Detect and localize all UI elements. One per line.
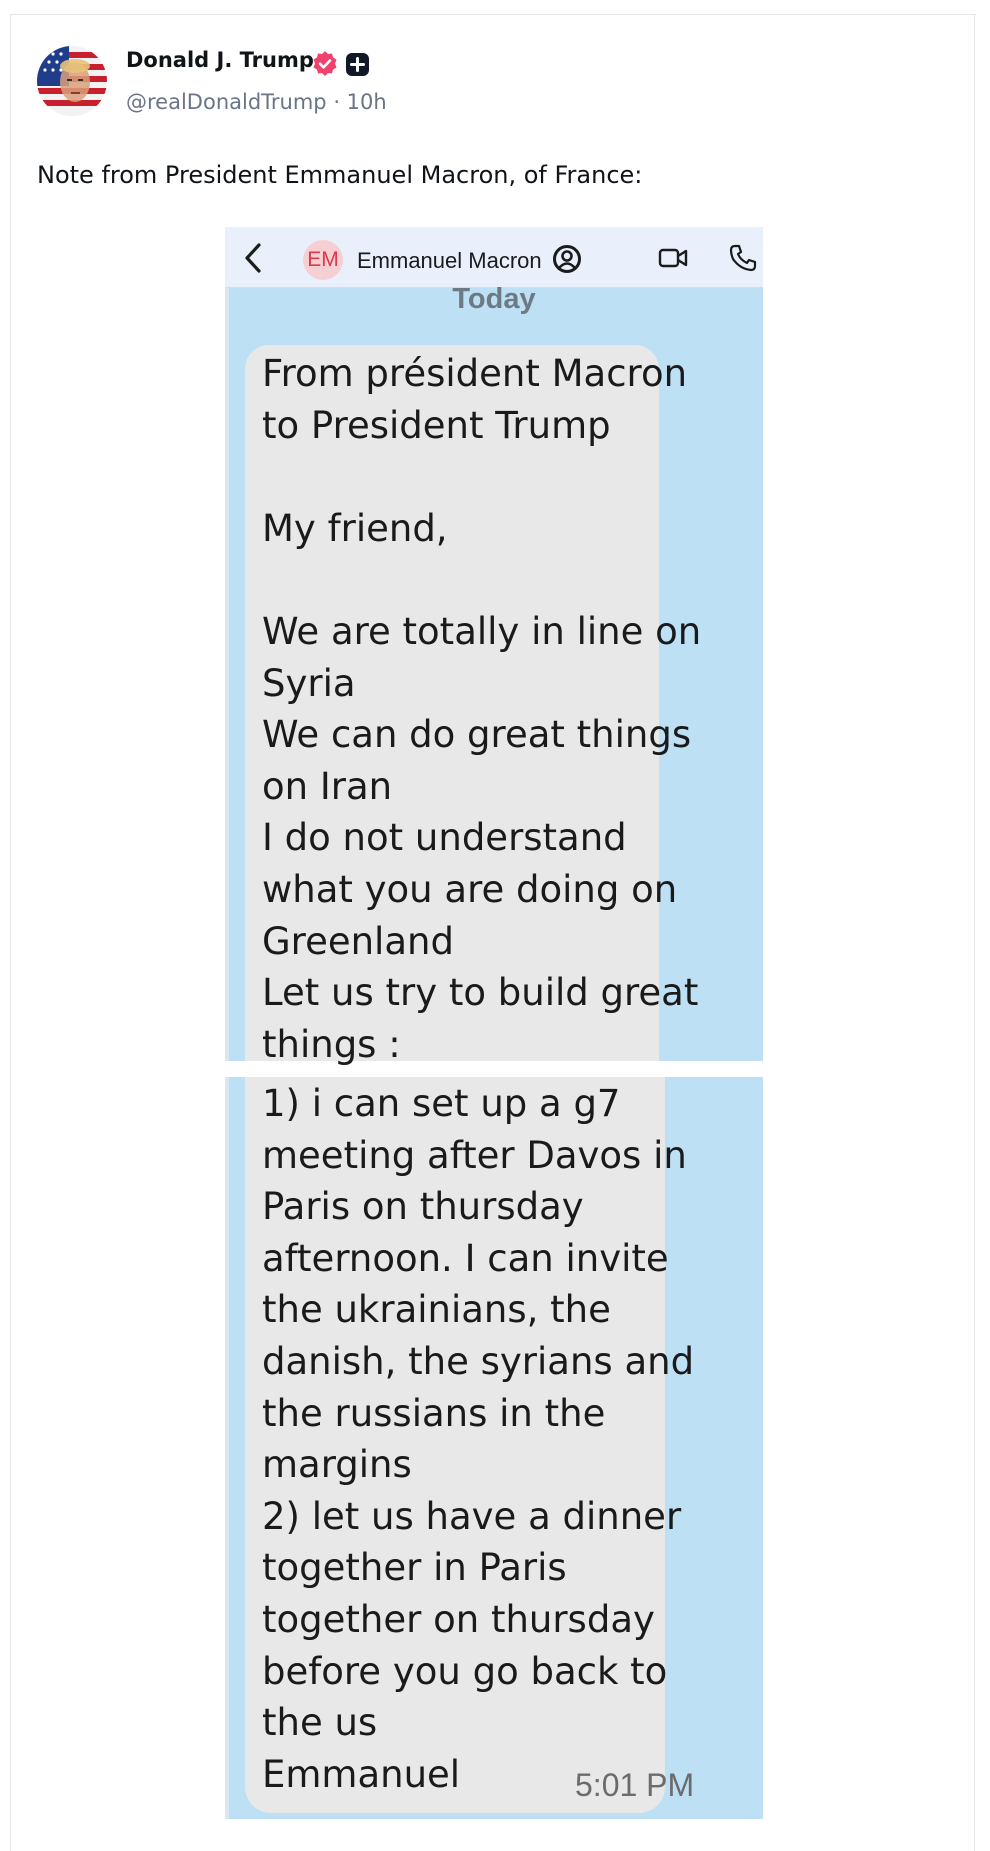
message-text-part1: From président Macron to President Trump… <box>262 352 702 1066</box>
message-timestamp: 5:01 PM <box>575 1767 695 1803</box>
date-separator: Today <box>452 283 536 315</box>
author-meta: @realDonaldTrump · 10h <box>126 90 387 114</box>
plus-badge-icon <box>345 52 370 77</box>
attached-image[interactable]: EM Emmanuel Macron Today From président … <box>225 227 763 1819</box>
chat-header: EM Emmanuel Macron <box>225 227 763 288</box>
back-arrow-icon <box>239 241 267 275</box>
author-handle[interactable]: @realDonaldTrump <box>126 90 327 114</box>
verified-badge-icon <box>311 50 339 78</box>
video-call-icon <box>658 245 688 271</box>
contact-profile-icon <box>551 243 583 275</box>
author-avatar[interactable] <box>37 46 107 116</box>
author-name[interactable]: Donald J. Trump <box>126 48 314 72</box>
image-edge <box>225 227 229 1819</box>
contact-name: Emmanuel Macron <box>357 248 542 273</box>
avatar-image <box>37 46 107 116</box>
phone-call-icon <box>728 243 758 273</box>
post-time[interactable]: 10h <box>347 90 387 114</box>
post-text: Note from President Emmanuel Macron, of … <box>37 161 643 189</box>
contact-avatar: EM <box>303 240 343 280</box>
meta-separator: · <box>326 90 347 114</box>
message-text-part2: 1) i can set up a g7 meeting after Davos… <box>262 1082 695 1796</box>
